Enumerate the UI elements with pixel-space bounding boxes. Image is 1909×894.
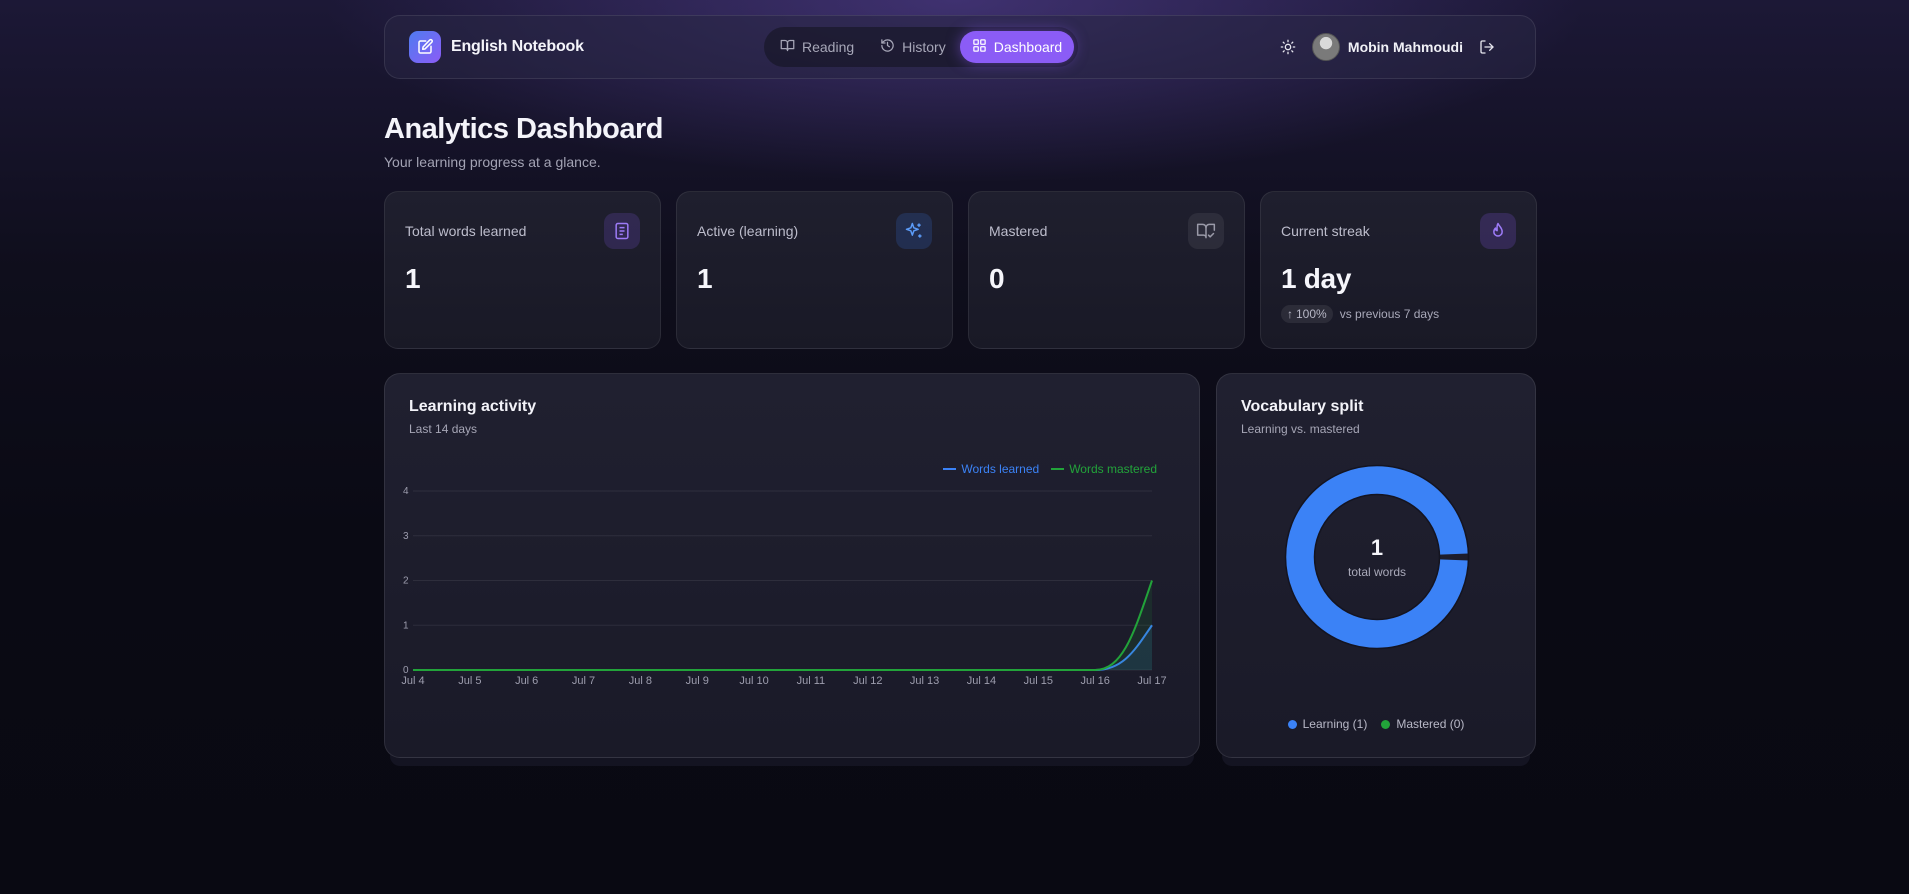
x-tick-label: Jul 9 [686,675,709,687]
y-tick-label: 1 [403,620,409,631]
stat-value: 1 day [1281,263,1352,294]
sun-icon[interactable] [1280,39,1296,55]
vocabulary-split-panel: Vocabulary split Learning vs. mastered 1… [1216,373,1536,758]
book-icon [604,213,640,249]
x-tick-label: Jul 5 [458,675,481,687]
nav-right: Mobin Mahmoudi [1280,16,1495,78]
change-note: vs previous 7 days [1339,307,1440,321]
learning-activity-panel: Learning activity Last 14 days Words lea… [384,373,1200,758]
nav-tabs: Reading History Dashboard [764,27,1079,67]
series-words-learned-line [413,624,1153,671]
history-icon [880,38,895,56]
legend-learning[interactable]: Learning (1) [1287,717,1368,731]
tab-history[interactable]: History [868,31,958,63]
change-value: 100% [1296,307,1327,321]
x-tick-label: Jul 12 [853,675,882,687]
book-check-icon [1188,213,1224,249]
y-tick-label: 2 [403,576,409,587]
legend-dot [1381,720,1391,729]
brand[interactable]: English Notebook [409,31,584,63]
arrow-up-icon: ↑ [1287,307,1293,321]
x-tick-label: Jul 16 [1080,675,1109,687]
app-root: English Notebook Reading History Dashboa… [384,15,1537,758]
flame-icon [1480,213,1516,249]
x-tick-label: Jul 4 [401,675,424,687]
panel-title: Learning activity [409,398,537,415]
stat-card-total-words: Total words learned 1 [384,191,661,349]
stat-value: 1 [697,263,713,294]
legend-mastered[interactable]: Mastered (0) [1381,717,1464,731]
notebook-logo-icon [409,31,441,63]
stat-card-streak: Current streak 1 day ↑ 100% vs previous … [1260,191,1537,349]
series-words-learned-area [413,625,1152,670]
avatar [1311,33,1340,61]
x-tick-label: Jul 6 [515,675,538,687]
streak-change: ↑ 100% vs previous 7 days [1281,305,1516,323]
x-tick-label: Jul 8 [629,675,652,687]
stat-value: 1 [405,263,421,294]
x-tick-label: Jul 11 [797,675,826,687]
legend-swatch [943,468,957,470]
x-tick-label: Jul 13 [910,675,939,687]
book-open-icon [780,38,795,56]
tab-label: History [902,39,946,55]
tab-label: Dashboard [993,39,1063,55]
total-words-value: 1 [1370,535,1384,560]
panel-subtitle: Learning vs. mastered [1241,422,1360,436]
panel-title: Vocabulary split [1241,398,1364,415]
x-tick-label: Jul 7 [572,675,595,687]
sparkles-icon [896,213,932,249]
grid-icon [972,38,987,56]
panel-subtitle: Last 14 days [409,422,478,436]
total-words-label: total words [1347,565,1407,579]
panels: Learning activity Last 14 days Words lea… [384,373,1536,758]
tab-label: Reading [802,39,855,55]
x-tick-label: Jul 14 [967,675,996,687]
tab-reading[interactable]: Reading [768,31,866,63]
donut-center: 1 total words [1277,457,1477,657]
stat-value: 0 [989,263,1005,294]
legend-label: Learning (1) [1302,717,1368,731]
page-title: Analytics Dashboard [384,113,663,145]
legend-label: Mastered (0) [1396,717,1465,731]
stats-grid: Total words learned 1 Active (learning) … [384,191,1537,349]
legend-dot [1287,720,1297,729]
x-tick-label: Jul 17 [1137,675,1166,687]
x-tick-label: Jul 15 [1024,675,1053,687]
donut-legend: Learning (1) Mastered (0) [1217,717,1535,731]
user-name: Mobin Mahmoudi [1347,39,1463,55]
tab-dashboard[interactable]: Dashboard [959,31,1075,63]
stat-card-mastered: Mastered 0 [968,191,1245,349]
x-tick-label: Jul 10 [739,675,768,687]
legend-swatch [1051,468,1065,470]
y-tick-label: 3 [403,531,409,542]
page-subtitle: Your learning progress at a glance. [384,154,601,170]
user-menu[interactable]: Mobin Mahmoudi [1311,33,1463,61]
change-badge: ↑ 100% [1281,305,1333,323]
top-nav: English Notebook Reading History Dashboa… [384,15,1536,79]
logout-icon[interactable] [1479,39,1495,55]
app-name: English Notebook [451,38,584,55]
activity-chart: 01234Jul 4 Jul 5 Jul 6 Jul 7 Jul 8 Jul 9 Jul 1… [401,486,1166,687]
y-tick-label: 4 [403,486,409,497]
stat-card-active: Active (learning) 1 [676,191,953,349]
